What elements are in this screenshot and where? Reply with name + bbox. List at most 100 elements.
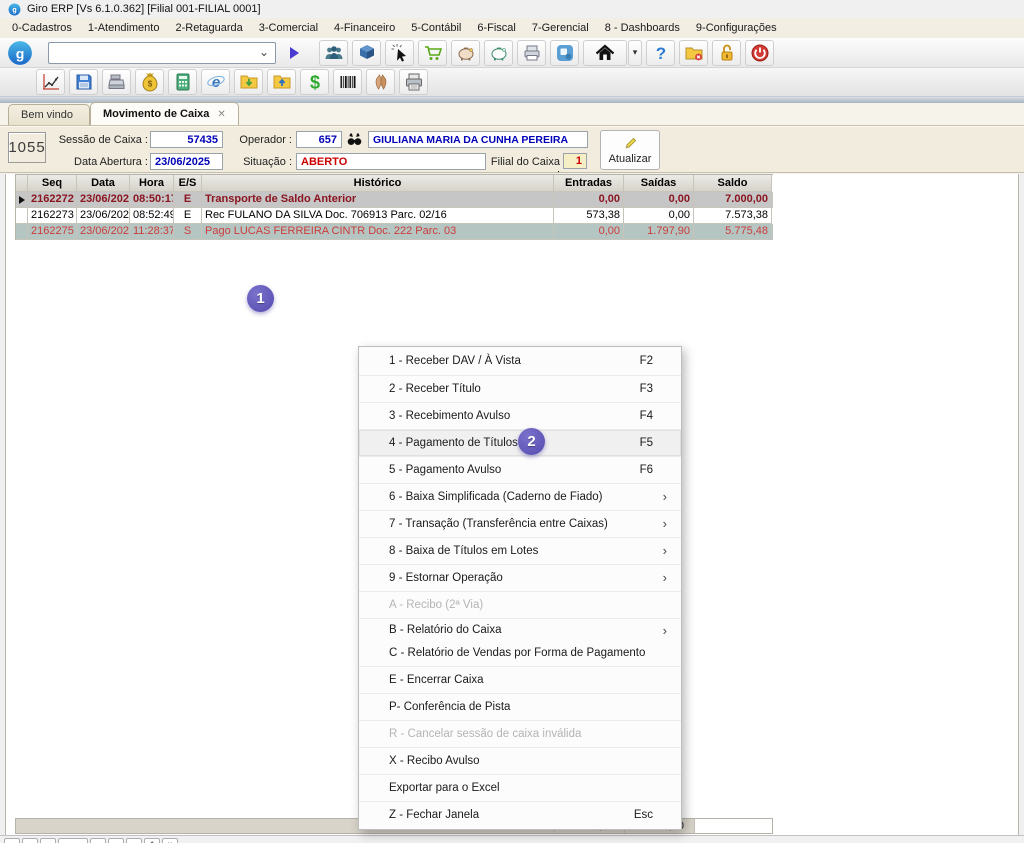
col-entradas[interactable]: Entradas (554, 175, 624, 192)
piggy-bank-alt-button[interactable] (484, 40, 513, 66)
menu-item-conferencia-de-pista[interactable]: P- Conferência de Pista (359, 693, 681, 720)
folder-upload-button[interactable] (267, 69, 296, 95)
submenu-arrow-icon: › (663, 484, 667, 510)
cell-seq: 2162275 (28, 224, 77, 240)
nav-prev-page-button[interactable]: ‹ (22, 838, 38, 843)
nav-prev-button[interactable]: ◂ (40, 838, 56, 843)
folder-error-button[interactable] (679, 40, 708, 66)
cube-button[interactable] (352, 40, 381, 66)
menu-financeiro[interactable]: 4-Financeiro (326, 20, 403, 36)
menu-item-relatorio-vendas-forma-pagamento[interactable]: C - Relatório de Vendas por Forma de Pag… (359, 642, 681, 666)
menu-atendimento[interactable]: 1-Atendimento (80, 20, 168, 36)
menu-contabil[interactable]: 5-Contábil (403, 20, 469, 36)
table-row[interactable]: 2162273 23/06/2025 08:52:49 E Rec FULANO… (16, 208, 773, 224)
operador-codigo-field[interactable]: 657 (296, 131, 342, 148)
menu-item-recebimento-avulso[interactable]: 3 - Recebimento AvulsoF4 (359, 402, 681, 429)
svg-text:$: $ (309, 73, 319, 93)
nav-next-page-button[interactable]: › (108, 838, 124, 843)
menu-item-receber-titulo[interactable]: 2 - Receber TítuloF3 (359, 375, 681, 402)
menu-item-pagamento-avulso[interactable]: 5 - Pagamento AvulsoF6 (359, 456, 681, 483)
power-icon (750, 43, 770, 63)
menu-cadastros[interactable]: 0-Cadastros (4, 20, 80, 36)
menu-fiscal[interactable]: 6-Fiscal (469, 20, 524, 36)
printer-small-button[interactable] (517, 40, 546, 66)
shopping-cart-icon (423, 43, 443, 63)
dollar-button[interactable]: $ (300, 69, 329, 95)
run-button[interactable] (290, 47, 299, 59)
menu-item-label: 1 - Receber DAV / À Vista (389, 355, 521, 367)
cell-saidas: 0,00 (624, 208, 694, 224)
col-seq[interactable]: Seq (28, 175, 77, 192)
operador-nome-field[interactable]: GIULIANA MARIA DA CUNHA PEREIRA (368, 131, 588, 148)
nav-first-button[interactable]: « (4, 838, 20, 843)
app-window-button[interactable] (550, 40, 579, 66)
tab-movimento-de-caixa[interactable]: Movimento de Caixa✕ (90, 102, 239, 125)
tab-bem-vindo[interactable]: Bem vindo (8, 104, 90, 125)
print-report-button[interactable] (399, 69, 428, 95)
data-abertura-field[interactable]: 23/06/2025 (150, 153, 223, 170)
menu-item-baixa-simplificada[interactable]: 6 - Baixa Simplificada (Caderno de Fiado… (359, 483, 681, 510)
col-saldo[interactable]: Saldo (694, 175, 772, 192)
users-button[interactable] (319, 40, 348, 66)
col-saidas[interactable]: Saídas (624, 175, 694, 192)
chart-button[interactable] (36, 69, 65, 95)
hands-button[interactable] (366, 69, 395, 95)
home-dropdown-button[interactable]: ▾ (628, 40, 642, 66)
close-tab-icon[interactable]: ✕ (217, 109, 225, 120)
menu-item-baixa-titulos-lotes[interactable]: 8 - Baixa de Títulos em Lotes› (359, 537, 681, 564)
save-button[interactable] (69, 69, 98, 95)
col-data[interactable]: Data (77, 175, 130, 192)
help-button[interactable]: ? (646, 40, 675, 66)
shopping-cart-button[interactable] (418, 40, 447, 66)
folder-error-icon (684, 43, 704, 63)
nav-next-button[interactable]: ▸ (90, 838, 106, 843)
search-operator-button[interactable] (346, 131, 363, 151)
folder-download-button[interactable] (234, 69, 263, 95)
menu-item-transacao[interactable]: 7 - Transação (Transferência entre Caixa… (359, 510, 681, 537)
filial-caixa-field[interactable]: 1 (563, 153, 587, 169)
menu-item-encerrar-caixa[interactable]: E - Encerrar Caixa (359, 666, 681, 693)
col-es[interactable]: E/S (174, 175, 202, 192)
cell-saldo: 5.775,48 (694, 224, 772, 240)
menu-item-receber-dav[interactable]: 1 - Receber DAV / À VistaF2 (359, 348, 681, 375)
barcode-button[interactable] (333, 69, 362, 95)
cash-register-button[interactable] (102, 69, 131, 95)
menu-item-relatorio-do-caixa[interactable]: B - Relatório do Caixa› (359, 618, 681, 642)
click-pointer-button[interactable] (385, 40, 414, 66)
atualizar-button[interactable]: Atualizar (600, 130, 660, 170)
col-historico[interactable]: Histórico (202, 175, 554, 192)
quick-search-combobox[interactable]: ⌄ (48, 42, 276, 64)
menu-item-exportar-excel[interactable]: Exportar para o Excel (359, 774, 681, 801)
data-abertura-label: Data Abertura : (56, 156, 148, 168)
nav-refresh-button[interactable]: * (144, 838, 160, 843)
calculator-money-button[interactable] (168, 69, 197, 95)
menu-gerencial[interactable]: 7-Gerencial (524, 20, 597, 36)
menu-dashboards[interactable]: 8 - Dashboards (597, 20, 688, 36)
col-hora[interactable]: Hora (130, 175, 174, 192)
toolbar-secondary: $ e $ (0, 68, 1024, 96)
menu-item-recibo-avulso[interactable]: X - Recibo Avulso (359, 747, 681, 774)
menu-item-fechar-janela[interactable]: Z - Fechar JanelaEsc (359, 801, 681, 828)
piggy-bank-button[interactable] (451, 40, 480, 66)
menu-comercial[interactable]: 3-Comercial (251, 20, 326, 36)
piggy-bank-alt-icon (489, 43, 509, 63)
home-button[interactable] (583, 40, 627, 66)
money-bag-button[interactable]: $ (135, 69, 164, 95)
browser-icon: e (206, 72, 226, 92)
menu-retaguarda[interactable]: 2-Retaguarda (167, 20, 250, 36)
unlock-button[interactable] (712, 40, 741, 66)
menu-item-estornar-operacao[interactable]: 9 - Estornar Operação› (359, 564, 681, 591)
power-button[interactable] (745, 40, 774, 66)
table-row[interactable]: 2162275 23/06/2025 11:28:37 S Pago LUCAS… (16, 224, 773, 240)
menu-item-label: 6 - Baixa Simplificada (Caderno de Fiado… (389, 491, 603, 503)
cell-data: 23/06/2025 (77, 224, 130, 240)
grid-header-row: Seq Data Hora E/S Histórico Entradas Saí… (16, 175, 773, 192)
combo-arrow-icon[interactable]: ⌄ (259, 45, 269, 59)
browser-button[interactable]: e (201, 69, 230, 95)
cell-historico: Transporte de Saldo Anterior (202, 192, 554, 208)
nav-cancel-button[interactable]: × (162, 838, 178, 843)
nav-last-button[interactable]: » (126, 838, 142, 843)
sessao-caixa-field[interactable]: 57435 (150, 131, 223, 148)
table-row[interactable]: 2162272 23/06/2025 08:50:17 E Transporte… (16, 192, 773, 208)
menu-configuracoes[interactable]: 9-Configurações (688, 20, 785, 36)
